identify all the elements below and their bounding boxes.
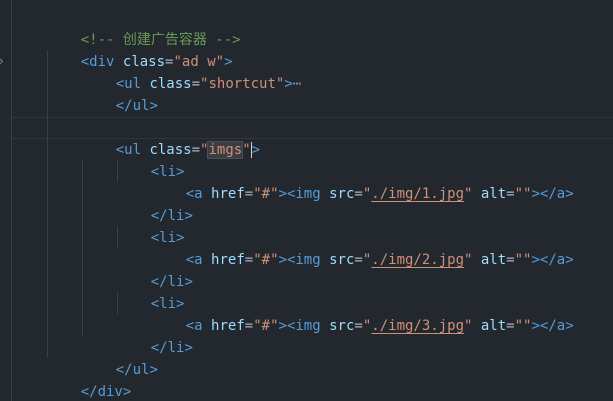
equals: = bbox=[506, 186, 515, 202]
code-line-ul-shortcut[interactable]: <ul class="shortcut">⋯ bbox=[82, 51, 302, 92]
quote: " bbox=[514, 186, 524, 202]
code-line-ul-close[interactable]: </ul> bbox=[82, 73, 158, 114]
code-line-comment[interactable]: <!-- 创建广告容器 --> bbox=[47, 7, 241, 48]
bracket: > bbox=[565, 252, 574, 268]
indent-guide-div bbox=[47, 50, 48, 358]
quote: " bbox=[464, 318, 473, 334]
attr-name: href bbox=[211, 318, 245, 334]
quote: " bbox=[253, 318, 262, 334]
equals: = bbox=[506, 252, 515, 268]
tag-name: a bbox=[556, 252, 566, 268]
quote: " bbox=[514, 318, 524, 334]
equals: = bbox=[244, 186, 254, 202]
attr-value-highlighted: imgs bbox=[207, 141, 244, 159]
attr-name: src bbox=[329, 252, 355, 268]
tag-name: a bbox=[194, 318, 203, 334]
equals: = bbox=[354, 252, 363, 268]
code-line-li-open[interactable]: <li> bbox=[117, 139, 185, 180]
code-line-anchor-img-2[interactable]: <a href="#"><img src="./img/2.jpg" alt="… bbox=[152, 227, 574, 268]
tag-name: a bbox=[194, 252, 203, 268]
attr-name: href bbox=[211, 252, 245, 268]
bracket: > bbox=[184, 274, 193, 290]
code-line-li-open[interactable]: <li> bbox=[117, 205, 185, 246]
attr-value: # bbox=[261, 186, 271, 202]
bracket: > bbox=[184, 208, 193, 224]
attr-name: alt bbox=[480, 318, 507, 334]
tag-name: a bbox=[194, 186, 203, 202]
code-line-ul-imgs[interactable]: <ul class="imgs"> bbox=[82, 117, 260, 159]
bracket: > bbox=[184, 340, 193, 356]
attr-value: shortcut bbox=[208, 76, 276, 92]
fold-chevron-icon[interactable]: › bbox=[0, 54, 7, 68]
bracket: </ bbox=[539, 252, 557, 268]
bracket: </ bbox=[539, 186, 557, 202]
quote: " bbox=[253, 252, 262, 268]
indent-guide-ul bbox=[82, 160, 83, 336]
tag-name: img bbox=[295, 252, 321, 268]
bracket: > bbox=[278, 252, 287, 268]
code-line-li-close[interactable]: </li> bbox=[117, 315, 193, 356]
equals: = bbox=[354, 318, 363, 334]
folded-ellipsis-icon[interactable]: ⋯ bbox=[293, 76, 301, 92]
quote: " bbox=[270, 318, 279, 334]
equals: = bbox=[191, 76, 201, 92]
attr-value: # bbox=[261, 318, 271, 334]
tag-name: ul bbox=[132, 362, 150, 378]
code-line-anchor-img-1[interactable]: <a href="#"><img src="./img/1.jpg" alt="… bbox=[152, 161, 574, 202]
code-line-anchor-img-3[interactable]: <a href="#"><img src="./img/3.jpg" alt="… bbox=[152, 293, 574, 334]
equals: = bbox=[506, 318, 515, 334]
attr-value: # bbox=[261, 252, 271, 268]
tag-name: div bbox=[97, 384, 123, 400]
bracket: > bbox=[278, 318, 287, 334]
equals: = bbox=[244, 252, 254, 268]
code-line-ul-close[interactable]: </ul> bbox=[82, 337, 158, 378]
bracket: > bbox=[149, 98, 158, 114]
quote: " bbox=[514, 252, 524, 268]
quote: " bbox=[270, 186, 279, 202]
bracket: > bbox=[565, 318, 574, 334]
equals: = bbox=[244, 318, 254, 334]
attr-name: src bbox=[329, 186, 355, 202]
code-line-li-close[interactable]: </li> bbox=[117, 249, 193, 290]
quote: " bbox=[242, 142, 251, 158]
bracket: > bbox=[278, 186, 287, 202]
img-path-link[interactable]: ./img/3.jpg bbox=[371, 318, 464, 334]
bracket: </ bbox=[80, 384, 98, 400]
gutter-divider bbox=[11, 0, 12, 401]
tag-name: img bbox=[295, 318, 321, 334]
img-path-link[interactable]: ./img/2.jpg bbox=[371, 252, 464, 268]
bracket: > bbox=[531, 318, 540, 334]
tag-name: img bbox=[295, 186, 321, 202]
bracket: > bbox=[284, 76, 293, 92]
tag-name: a bbox=[556, 186, 566, 202]
bracket: </ bbox=[539, 318, 557, 334]
code-editor[interactable]: › <!-- 创建广告容器 --> <div class="ad w"> <ul… bbox=[0, 0, 613, 401]
bracket: > bbox=[565, 186, 574, 202]
attr-name: href bbox=[211, 186, 245, 202]
code-line-li-close[interactable]: </li> bbox=[117, 183, 193, 224]
bracket: > bbox=[122, 384, 132, 400]
attr-name: alt bbox=[480, 186, 507, 202]
tag-name: ul bbox=[132, 98, 150, 114]
code-line-div-open[interactable]: <div class="ad w"> bbox=[47, 29, 233, 70]
tag-name: a bbox=[556, 318, 566, 334]
quote: " bbox=[253, 186, 262, 202]
bracket: > bbox=[531, 186, 540, 202]
equals: = bbox=[191, 142, 201, 158]
code-line-div-close[interactable]: </div> bbox=[47, 359, 132, 400]
quote: " bbox=[464, 252, 473, 268]
bracket: > bbox=[531, 252, 540, 268]
bracket: > bbox=[149, 362, 158, 378]
quote: " bbox=[464, 186, 473, 202]
bracket: </ bbox=[115, 98, 133, 114]
equals: = bbox=[354, 186, 363, 202]
attr-name: src bbox=[329, 318, 355, 334]
quote: " bbox=[270, 252, 279, 268]
code-line-li-open[interactable]: <li> bbox=[117, 271, 185, 312]
attr-name: alt bbox=[480, 252, 507, 268]
tag-name: li bbox=[167, 340, 185, 356]
img-path-link[interactable]: ./img/1.jpg bbox=[371, 186, 464, 202]
bracket: > bbox=[251, 142, 261, 158]
